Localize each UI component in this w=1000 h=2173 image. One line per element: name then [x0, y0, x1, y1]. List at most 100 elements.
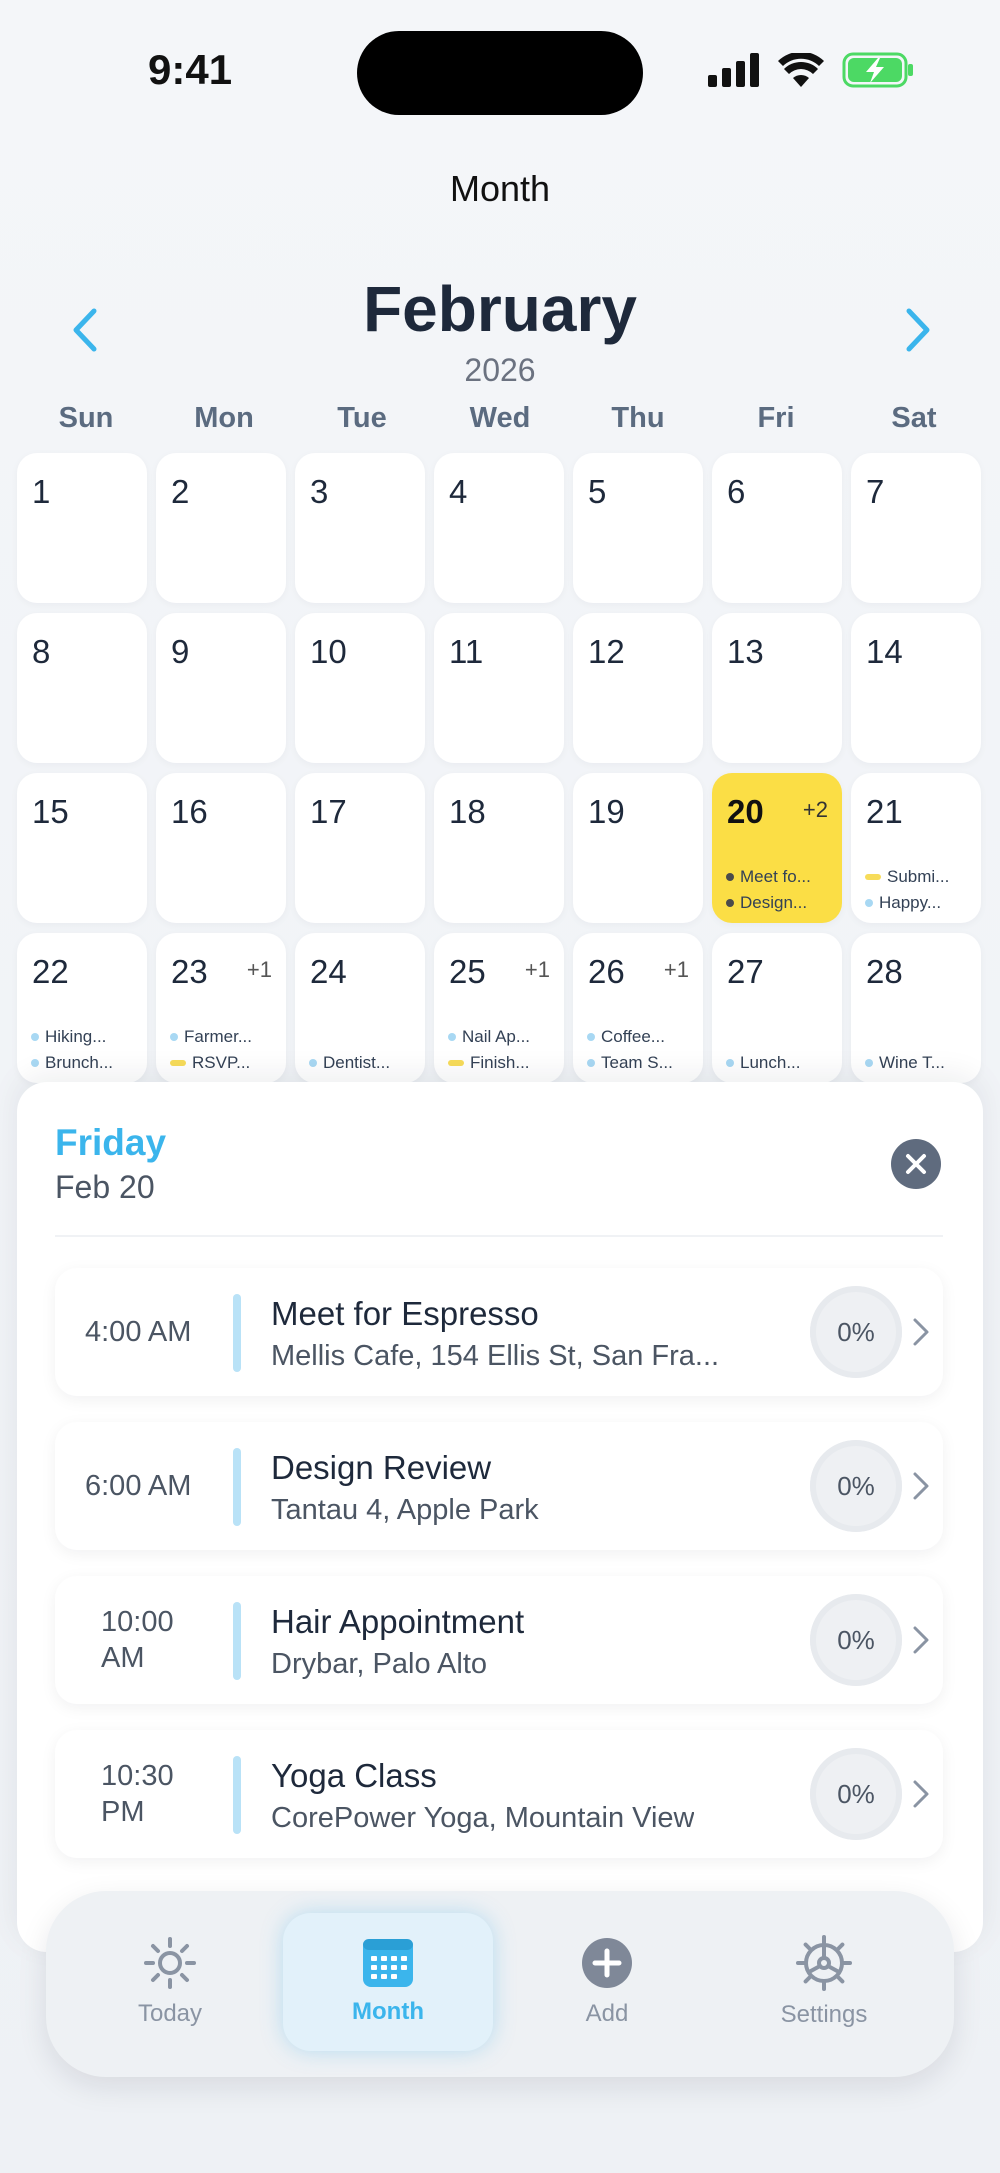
day-cell-9[interactable]: 9: [156, 613, 286, 763]
day-number: 3: [310, 473, 329, 510]
tab-today[interactable]: Today: [65, 1913, 275, 2051]
event-preview-label: Wine T...: [879, 1053, 945, 1072]
event-preview-label: Happy...: [879, 893, 942, 912]
task-dash-icon: [448, 1060, 464, 1066]
day-number: 5: [588, 473, 607, 510]
event-preview: Submi...: [865, 867, 949, 887]
day-number: 15: [32, 793, 69, 830]
event-dot-icon: [309, 1059, 317, 1067]
event-row[interactable]: 10:00 AM Hair Appointment Drybar, Palo A…: [55, 1576, 943, 1704]
day-number: 21: [866, 793, 903, 830]
event-dot-icon: [726, 899, 734, 907]
day-cell-13[interactable]: 13: [712, 613, 842, 763]
day-number: 12: [588, 633, 625, 670]
event-dot-icon: [726, 873, 734, 881]
day-number: 22: [32, 953, 69, 990]
event-row[interactable]: 4:00 AM Meet for Espresso Mellis Cafe, 1…: [55, 1268, 943, 1396]
event-preview: Nail Ap...: [448, 1027, 530, 1047]
event-preview: Wine T...: [865, 1053, 945, 1073]
weekday-label: Fri: [757, 402, 795, 434]
event-time: 6:00 AM: [85, 1469, 192, 1502]
gear-icon: [796, 1935, 852, 1991]
day-cell-14[interactable]: 14: [851, 613, 981, 763]
day-cell-12[interactable]: 12: [573, 613, 703, 763]
day-cell-26[interactable]: 26 +1 Coffee... Team S...: [573, 933, 703, 1083]
event-preview: Happy...: [865, 893, 941, 913]
day-cell-25[interactable]: 25 +1 Nail Ap... Finish...: [434, 933, 564, 1083]
year-label: 2026: [464, 352, 536, 388]
selected-weekday: Friday: [55, 1122, 167, 1163]
event-preview-label: Submi...: [887, 867, 950, 886]
day-cell-23[interactable]: 23 +1 Farmer... RSVP...: [156, 933, 286, 1083]
close-detail-button[interactable]: [891, 1139, 941, 1189]
next-month-button[interactable]: [888, 300, 948, 360]
day-cell-17[interactable]: 17: [295, 773, 425, 923]
day-cell-4[interactable]: 4: [434, 453, 564, 603]
day-cell-21[interactable]: 21 Submi... Happy...: [851, 773, 981, 923]
day-detail-panel: Friday Feb 20 4:00 AM Meet for Espresso …: [17, 1082, 983, 1952]
event-dot-icon: [587, 1033, 595, 1041]
event-preview-label: Dentist...: [323, 1053, 391, 1072]
day-cell-5[interactable]: 5: [573, 453, 703, 603]
day-number: 1: [32, 473, 51, 510]
event-color-bar: [233, 1602, 241, 1680]
day-cell-2[interactable]: 2: [156, 453, 286, 603]
event-dot-icon: [31, 1059, 39, 1067]
event-preview-label: RSVP...: [192, 1053, 251, 1072]
event-preview-label: Finish...: [470, 1053, 530, 1072]
tab-month[interactable]: Month: [283, 1913, 493, 2051]
day-cell-22[interactable]: 22 Hiking... Brunch...: [17, 933, 147, 1083]
day-cell-16[interactable]: 16: [156, 773, 286, 923]
day-cell-18[interactable]: 18: [434, 773, 564, 923]
event-location: Tantau 4, Apple Park: [271, 1494, 539, 1526]
day-cell-27[interactable]: 27 Lunch...: [712, 933, 842, 1083]
day-cell-24[interactable]: 24 Dentist...: [295, 933, 425, 1083]
day-cell-11[interactable]: 11: [434, 613, 564, 763]
page-title: Month: [449, 168, 551, 209]
event-preview-label: Lunch...: [740, 1053, 801, 1072]
day-cell-28[interactable]: 28 Wine T...: [851, 933, 981, 1083]
event-row[interactable]: 6:00 AM Design Review Tantau 4, Apple Pa…: [55, 1422, 943, 1550]
weekday-label: Thu: [611, 402, 665, 434]
event-preview: Brunch...: [31, 1053, 113, 1073]
event-preview: Hiking...: [31, 1027, 106, 1047]
tab-label: Settings: [780, 2001, 868, 2028]
day-number: 13: [727, 633, 764, 670]
status-time: 9:41: [148, 46, 233, 93]
day-cell-20-selected[interactable]: 20 +2 Meet fo... Design...: [712, 773, 842, 923]
event-row[interactable]: 10:30 PM Yoga Class CorePower Yoga, Moun…: [55, 1730, 943, 1858]
tab-label: Today: [137, 2000, 203, 2027]
day-cell-10[interactable]: 10: [295, 613, 425, 763]
battery-charging-icon: [842, 52, 913, 88]
day-cell-15[interactable]: 15: [17, 773, 147, 923]
close-icon: [906, 1154, 926, 1174]
tab-add[interactable]: Add: [502, 1913, 712, 2051]
day-cell-19[interactable]: 19: [573, 773, 703, 923]
day-number: 6: [727, 473, 746, 510]
event-preview: Meet fo...: [726, 867, 811, 887]
weekday-label: Sat: [891, 402, 937, 434]
day-cell-8[interactable]: 8: [17, 613, 147, 763]
event-title: Hair Appointment: [271, 1603, 525, 1640]
day-cell-6[interactable]: 6: [712, 453, 842, 603]
event-preview: Design...: [726, 893, 807, 913]
event-dot-icon: [865, 1059, 873, 1067]
event-progress-ring: 0%: [810, 1748, 902, 1840]
status-bar: 9:41: [0, 0, 1000, 150]
day-number: 2: [171, 473, 190, 510]
day-number: 8: [32, 633, 51, 670]
event-progress-ring: 0%: [810, 1594, 902, 1686]
chevron-right-icon: [913, 1472, 929, 1500]
event-progress-ring: 0%: [810, 1286, 902, 1378]
event-preview-label: Team S...: [601, 1053, 673, 1072]
day-cell-7[interactable]: 7: [851, 453, 981, 603]
day-cell-1[interactable]: 1: [17, 453, 147, 603]
event-dot-icon: [448, 1033, 456, 1041]
more-events-count: +1: [663, 957, 689, 982]
day-number: 10: [310, 633, 347, 670]
weekday-header: Sun Mon Tue Wed Thu Fri Sat: [17, 402, 983, 435]
dynamic-island: [357, 31, 643, 115]
day-cell-3[interactable]: 3: [295, 453, 425, 603]
event-preview: Farmer...: [170, 1027, 252, 1047]
tab-settings[interactable]: Settings: [719, 1913, 929, 2051]
